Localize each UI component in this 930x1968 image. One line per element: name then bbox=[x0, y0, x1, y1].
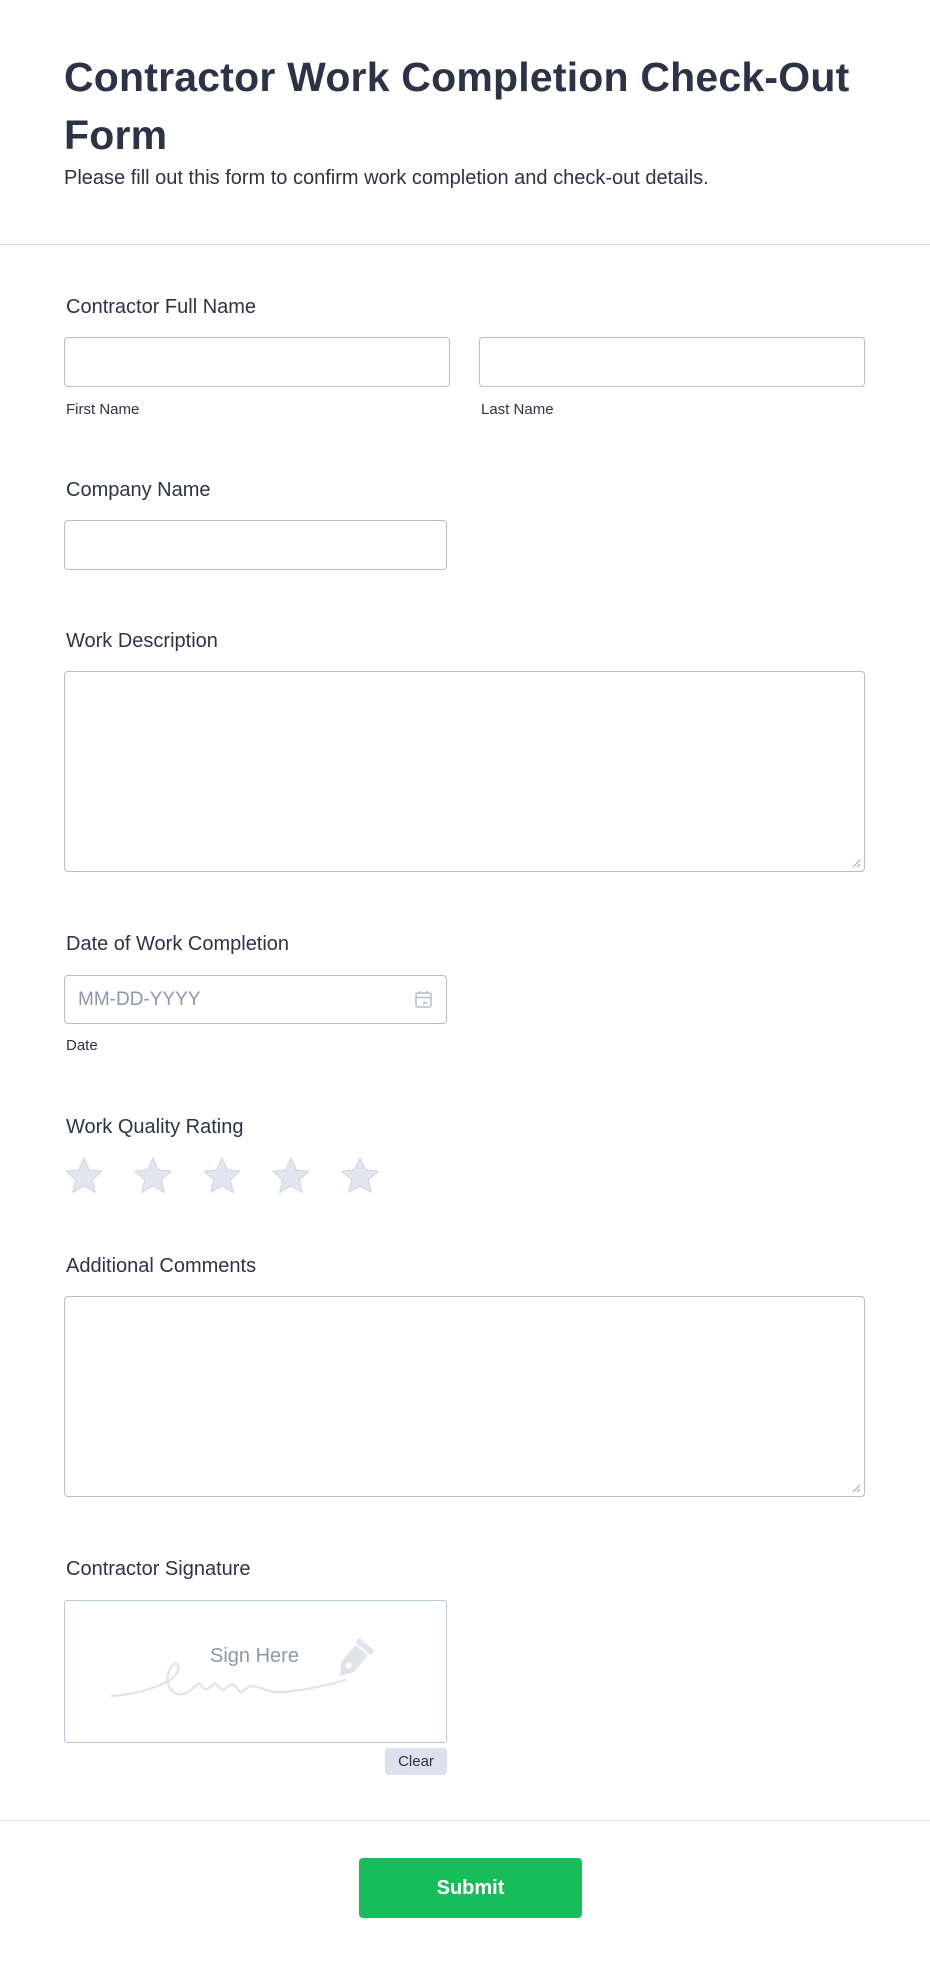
submit-button[interactable]: Submit bbox=[359, 1858, 582, 1918]
work-quality-rating-label: Work Quality Rating bbox=[66, 1116, 244, 1138]
star-icon-2[interactable] bbox=[133, 1156, 173, 1196]
completion-date-label: Date of Work Completion bbox=[66, 933, 290, 955]
first-name-input[interactable] bbox=[64, 337, 450, 387]
additional-comments-label: Additional Comments bbox=[66, 1255, 257, 1277]
last-name-sublabel: Last Name bbox=[481, 401, 554, 418]
star-icon-1[interactable] bbox=[64, 1156, 104, 1196]
star-icon-3[interactable] bbox=[202, 1156, 242, 1196]
work-description-textarea[interactable] bbox=[64, 671, 865, 872]
last-name-input[interactable] bbox=[479, 337, 865, 387]
contractor-signature-label: Contractor Signature bbox=[66, 1558, 251, 1580]
full-name-label: Contractor Full Name bbox=[66, 296, 257, 318]
first-name-sublabel: First Name bbox=[66, 401, 140, 418]
star-icon-4[interactable] bbox=[271, 1156, 311, 1196]
company-name-label: Company Name bbox=[66, 479, 211, 501]
sign-here-placeholder: Sign Here bbox=[210, 1645, 299, 1667]
resize-grip-icon[interactable] bbox=[852, 1484, 861, 1493]
additional-comments-textarea[interactable] bbox=[64, 1296, 865, 1497]
form-header: Contractor Work Completion Check-Out For… bbox=[0, 0, 930, 245]
date-sublabel: Date bbox=[66, 1037, 98, 1054]
form-subtitle: Please fill out this form to confirm wor… bbox=[64, 167, 709, 189]
resize-grip-icon[interactable] bbox=[852, 859, 861, 868]
footer-divider bbox=[0, 1820, 930, 1821]
completion-date-input[interactable]: MM-DD-YYYY bbox=[64, 975, 447, 1024]
work-description-label: Work Description bbox=[66, 630, 218, 652]
form-title: Contractor Work Completion Check-Out For… bbox=[64, 54, 850, 158]
star-icon-5[interactable] bbox=[340, 1156, 380, 1196]
company-name-input[interactable] bbox=[64, 520, 447, 570]
signature-pad[interactable]: Sign Here bbox=[64, 1600, 447, 1743]
star-rating bbox=[64, 1156, 394, 1198]
clear-signature-button[interactable]: Clear bbox=[385, 1748, 447, 1775]
calendar-icon[interactable] bbox=[414, 990, 433, 1010]
date-placeholder: MM-DD-YYYY bbox=[78, 989, 201, 1010]
